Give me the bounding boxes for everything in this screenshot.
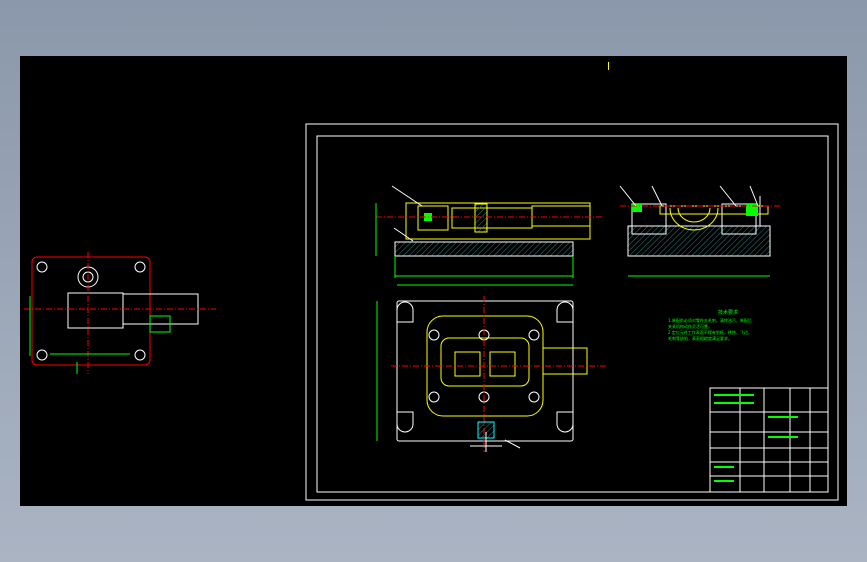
title-block bbox=[709, 387, 829, 493]
front-elevation bbox=[375, 185, 602, 278]
drawing-canvas[interactable]: 技术要求 1.装配前必须对零件去毛刺，清除油污，装配后 夹紧机构动作灵活可靠。 … bbox=[20, 56, 847, 506]
plan-view bbox=[376, 284, 606, 452]
tech-requirements-title: 技术要求 bbox=[717, 310, 738, 316]
side-elevation bbox=[619, 185, 782, 277]
cad-drawing bbox=[24, 123, 839, 501]
left-detail-view bbox=[24, 252, 216, 374]
tech-requirement-line: 毛刺等缺陷，表面粗糙度满足要求。 bbox=[668, 336, 732, 341]
cad-viewport[interactable]: 技术要求 1.装配前必须对零件去毛刺，清除油污，装配后 夹紧机构动作灵活可靠。 … bbox=[0, 0, 867, 562]
technical-requirements: 技术要求 1.装配前必须对零件去毛刺，清除油污，装配后 夹紧机构动作灵活可靠。 … bbox=[668, 310, 788, 342]
